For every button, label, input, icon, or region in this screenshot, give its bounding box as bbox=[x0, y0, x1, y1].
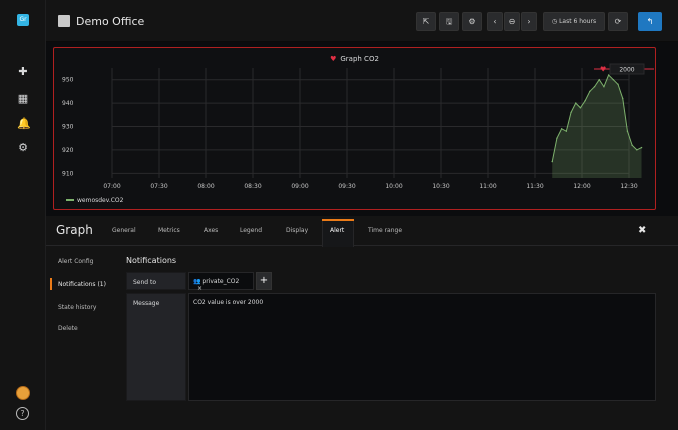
data-point bbox=[598, 79, 600, 81]
data-point bbox=[551, 160, 553, 163]
help-icon[interactable]: ? bbox=[16, 407, 29, 420]
grafana-logo-icon[interactable]: Gr bbox=[17, 14, 29, 26]
x-tick-label: 11:30 bbox=[526, 183, 543, 190]
sidenav-notifications[interactable]: Notifications (1) bbox=[58, 281, 106, 288]
close-icon[interactable]: ✖ bbox=[638, 225, 646, 236]
send-to-value: private_CO2 bbox=[202, 278, 240, 285]
time-forward-button[interactable]: › bbox=[521, 12, 537, 31]
notifications-heading: Notifications bbox=[126, 256, 177, 265]
x-tick-label: 08:30 bbox=[244, 183, 261, 190]
back-to-dashboard-button[interactable]: ↰ bbox=[638, 12, 662, 31]
side-menu: Gr ✚ ▦ 🔔 ⚙ ? bbox=[0, 0, 46, 430]
tab-axes[interactable]: Axes bbox=[204, 227, 218, 234]
top-navbar: Demo Office ⇱ 🖫 ⚙ ‹ ⊖ › ◷ Last 6 hours ⟳… bbox=[46, 0, 678, 42]
message-label: Message bbox=[126, 293, 186, 401]
y-tick-label: 950 bbox=[62, 77, 74, 84]
time-picker-button[interactable]: ◷ Last 6 hours bbox=[543, 12, 605, 31]
time-range-label: Last 6 hours bbox=[559, 18, 597, 25]
dashboard-grid-icon bbox=[58, 15, 70, 27]
editor-title: Graph bbox=[56, 223, 93, 237]
graph-panel: ♥ Graph CO2 910 920 930 940 950 07:00 07:30 08:0… bbox=[53, 47, 656, 210]
send-to-label: Send to bbox=[126, 272, 186, 290]
data-point bbox=[631, 144, 633, 146]
data-point bbox=[584, 100, 586, 102]
x-tick-label: 10:30 bbox=[432, 183, 449, 190]
x-tick-label: 12:30 bbox=[620, 183, 637, 190]
data-point bbox=[556, 137, 558, 139]
share-button[interactable]: ⇱ bbox=[416, 12, 436, 31]
sidenav-delete[interactable]: Delete bbox=[58, 325, 78, 332]
avatar[interactable] bbox=[16, 386, 30, 400]
co2-chart[interactable]: 910 920 930 940 950 07:00 07:30 08:00 08:30 09:00… bbox=[54, 48, 657, 211]
data-point bbox=[603, 86, 605, 88]
data-point bbox=[626, 130, 629, 132]
y-tick-label: 940 bbox=[62, 100, 74, 107]
active-tab-indicator bbox=[322, 219, 354, 221]
tab-time-range[interactable]: Time range bbox=[368, 227, 402, 234]
message-textarea[interactable]: CO2 value is over 2000 bbox=[188, 293, 656, 401]
time-back-button[interactable]: ‹ bbox=[487, 12, 503, 31]
tab-display[interactable]: Display bbox=[286, 227, 308, 234]
y-tick-label: 910 bbox=[62, 170, 74, 177]
panel-editor: Graph General Metrics Axes Legend Displa… bbox=[46, 216, 678, 430]
zoom-out-button[interactable]: ⊖ bbox=[504, 12, 520, 31]
data-point bbox=[560, 128, 563, 130]
tab-legend[interactable]: Legend bbox=[240, 227, 262, 234]
data-point bbox=[593, 86, 596, 88]
refresh-button[interactable]: ⟳ bbox=[608, 12, 628, 31]
tab-metrics[interactable]: Metrics bbox=[158, 227, 180, 234]
send-to-field[interactable]: 👥 private_CO2 × bbox=[188, 272, 254, 292]
remove-notification-icon[interactable]: × bbox=[197, 285, 202, 292]
data-point bbox=[607, 74, 610, 76]
data-point bbox=[589, 90, 591, 93]
legend-series-label: wemosdev.CO2 bbox=[77, 197, 124, 204]
data-point bbox=[612, 79, 615, 81]
clock-icon: ◷ bbox=[551, 18, 558, 25]
x-tick-label: 11:00 bbox=[479, 183, 496, 190]
y-tick-label: 930 bbox=[62, 124, 74, 131]
x-tick-label: 09:00 bbox=[291, 183, 308, 190]
plus-icon[interactable]: ✚ bbox=[17, 66, 29, 78]
sidenav-active-indicator bbox=[50, 278, 52, 290]
editor-tabs-bar: Graph General Metrics Axes Legend Displa… bbox=[46, 216, 678, 247]
users-icon: 👥 bbox=[193, 278, 201, 285]
x-tick-label: 07:00 bbox=[103, 183, 120, 190]
threshold-heart-icon: ♥ bbox=[600, 66, 606, 74]
tab-general[interactable]: General bbox=[112, 227, 136, 234]
data-point bbox=[575, 102, 577, 104]
x-tick-label: 10:00 bbox=[385, 183, 402, 190]
data-point bbox=[640, 146, 643, 149]
sidenav-alert-config[interactable]: Alert Config bbox=[58, 258, 93, 265]
dashboards-icon[interactable]: ▦ bbox=[17, 93, 29, 105]
x-tick-label: 08:00 bbox=[197, 183, 214, 190]
tab-alert[interactable]: Alert bbox=[330, 227, 344, 234]
data-point bbox=[617, 83, 619, 86]
message-value: CO2 value is over 2000 bbox=[193, 299, 264, 306]
bell-icon[interactable]: 🔔 bbox=[17, 118, 31, 130]
data-point bbox=[565, 130, 568, 132]
threshold-label: 2000 bbox=[619, 67, 634, 74]
settings-button[interactable]: ⚙ bbox=[462, 12, 482, 31]
data-point bbox=[622, 97, 624, 100]
sidenav-state-history[interactable]: State history bbox=[58, 304, 96, 311]
save-button[interactable]: 🖫 bbox=[439, 12, 459, 31]
add-notification-button[interactable]: + bbox=[256, 272, 272, 290]
x-tick-label: 12:00 bbox=[573, 183, 590, 190]
x-tick-label: 09:30 bbox=[338, 183, 355, 190]
x-tick-label: 07:30 bbox=[150, 183, 167, 190]
data-point bbox=[636, 149, 638, 151]
data-point bbox=[579, 107, 582, 109]
data-point bbox=[570, 111, 572, 114]
y-tick-label: 920 bbox=[62, 147, 74, 154]
dashboard-title[interactable]: Demo Office bbox=[76, 15, 144, 28]
gear-icon[interactable]: ⚙ bbox=[17, 142, 29, 154]
